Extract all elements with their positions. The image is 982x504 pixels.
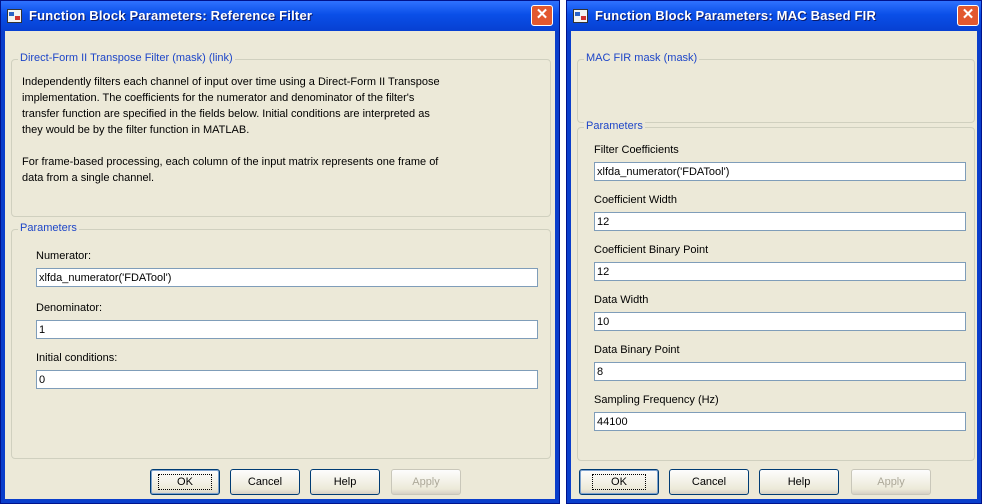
reference-filter-dialog: Function Block Parameters: Reference Fil… [0,0,560,504]
ok-button[interactable]: OK [579,469,659,495]
description-line: implementation. The coefficients for the… [22,92,415,104]
data-width-label: Data Width [594,294,649,306]
sampling-frequency-label: Sampling Frequency (Hz) [594,394,719,406]
coefficient-binary-point-label: Coefficient Binary Point [594,244,709,256]
mask-group-label: MAC FIR mask (mask) [584,52,700,64]
mac-based-fir-dialog: Function Block Parameters: MAC Based FIR… [566,0,982,504]
ok-label: OK [592,474,646,490]
cancel-label: Cancel [247,476,283,488]
description-line: For frame-based processing, each column … [22,156,439,168]
filter-coefficients-label: Filter Coefficients [594,144,679,156]
data-binary-point-field[interactable] [594,362,966,381]
description-line: data from a single channel. [22,172,155,184]
parameters-group: Parameters Numerator: Denominator: Initi… [11,222,551,459]
description-line: Independently filters each channel of in… [22,76,440,88]
parameters-label: Parameters [18,222,79,234]
cancel-button[interactable]: Cancel [669,469,749,495]
dialog-client: MAC FIR mask (mask) Parameters Filter Co… [571,31,977,499]
dialog-client: Direct-Form II Transpose Filter (mask) (… [5,31,555,499]
help-label: Help [333,476,357,488]
numerator-label: Numerator: [36,250,92,262]
data-width-field[interactable] [594,312,966,331]
description-line: they would be by the filter function in … [22,124,250,136]
mask-description: Independently filters each channel of in… [22,74,440,186]
help-button[interactable]: Help [310,469,380,495]
mask-description-group: MAC FIR mask (mask) [577,52,975,123]
mask-group-label: Direct-Form II Transpose Filter (mask) (… [18,52,235,64]
sampling-frequency-field[interactable] [594,412,966,431]
title-bar[interactable]: Function Block Parameters: Reference Fil… [1,1,559,31]
coefficient-width-label: Coefficient Width [594,194,677,206]
mask-description-group: Direct-Form II Transpose Filter (mask) (… [11,52,551,217]
close-icon[interactable]: ✕ [531,5,553,26]
description-line: transfer function are specified in the f… [22,108,430,120]
initial-conditions-field[interactable] [36,370,538,389]
description-line [22,138,440,154]
filter-coefficients-field[interactable] [594,162,966,181]
data-binary-point-label: Data Binary Point [594,344,680,356]
denominator-field[interactable] [36,320,538,339]
numerator-field[interactable] [36,268,538,287]
ok-label: OK [158,474,212,490]
close-icon[interactable]: ✕ [957,5,979,26]
apply-button[interactable]: Apply [391,469,461,495]
coefficient-binary-point-field[interactable] [594,262,966,281]
parameters-group: Parameters Filter Coefficients Coefficie… [577,120,975,461]
apply-label: Apply [412,476,440,488]
dialog-title: Function Block Parameters: MAC Based FIR [595,8,877,23]
title-bar[interactable]: Function Block Parameters: MAC Based FIR… [567,1,981,31]
apply-label: Apply [877,476,905,488]
denominator-label: Denominator: [36,302,103,314]
dialog-title: Function Block Parameters: Reference Fil… [29,8,313,23]
apply-button[interactable]: Apply [851,469,931,495]
cancel-label: Cancel [691,476,727,488]
help-button[interactable]: Help [759,469,839,495]
simulink-block-icon [573,9,588,23]
cancel-button[interactable]: Cancel [230,469,300,495]
simulink-block-icon [7,9,22,23]
help-label: Help [787,476,811,488]
initial-conditions-label: Initial conditions: [36,352,118,364]
ok-button[interactable]: OK [150,469,220,495]
parameters-label: Parameters [584,120,645,132]
coefficient-width-field[interactable] [594,212,966,231]
